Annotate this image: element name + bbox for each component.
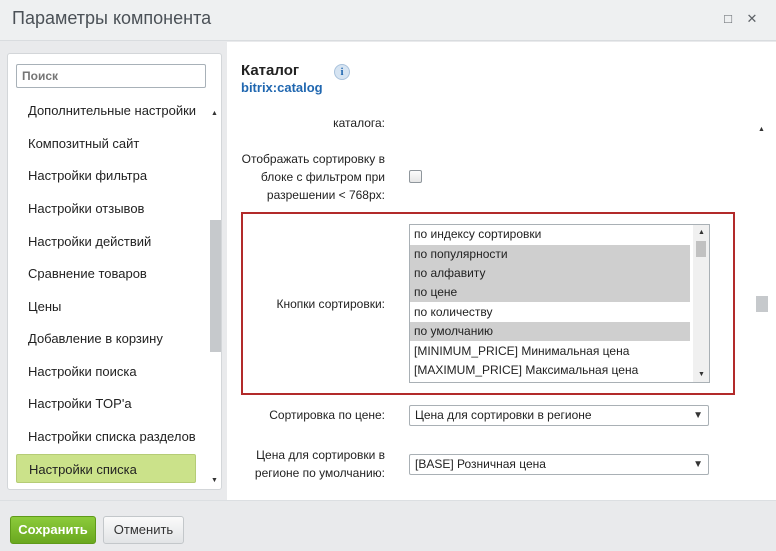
scroll-down-icon[interactable]: ▼ — [210, 476, 219, 485]
titlebar: Параметры компонента □ ✕ — [0, 0, 776, 41]
sort-option-quantity[interactable]: по количеству — [410, 303, 690, 322]
scroll-up-icon[interactable]: ▲ — [210, 109, 219, 118]
price-sort-select[interactable]: Цена для сортировки в регионе ▼ — [409, 405, 709, 426]
sidebar-item-section-list-settings[interactable]: Настройки списка разделов — [16, 422, 196, 451]
listbox-scroll-down-icon[interactable]: ▼ — [697, 370, 706, 379]
price-sort-value: Цена для сортировки в регионе — [415, 408, 592, 422]
dialog-title: Параметры компонента — [12, 8, 212, 28]
info-icon[interactable]: i — [334, 64, 350, 80]
sort-option-index[interactable]: по индексу сортировки — [410, 225, 690, 244]
settings-scroll-up-icon[interactable]: ▲ — [757, 125, 766, 134]
sidebar-item-action-settings[interactable]: Настройки действий — [16, 227, 196, 256]
region-price-value: [BASE] Розничная цена — [415, 457, 546, 471]
sidebar-scroll-thumb[interactable] — [210, 220, 221, 352]
sort-in-filter-label-line2: блоке с фильтром при — [260, 170, 385, 184]
component-params-dialog: Параметры компонента □ ✕ Дополнительные … — [0, 0, 776, 551]
sidebar-item-add-to-cart[interactable]: Добавление в корзину — [16, 324, 196, 353]
sidebar-item-compare-products[interactable]: Сравнение товаров — [16, 259, 196, 288]
settings-form: каталога: Отображать сортировку в блоке … — [227, 110, 767, 500]
chevron-down-icon: ▼ — [693, 459, 703, 470]
sections-panel: Дополнительные настройки Композитный сай… — [7, 53, 222, 490]
listbox-scroll-up-icon[interactable]: ▲ — [697, 228, 706, 237]
listbox-scrollbar[interactable]: ▲ ▼ — [693, 225, 709, 382]
chevron-down-icon: ▼ — [693, 410, 703, 421]
sections-list: Дополнительные настройки Композитный сай… — [8, 96, 206, 486]
sort-option-max-price[interactable]: [MAXIMUM_PRICE] Максимальная цена — [410, 361, 690, 380]
sidebar-scrollbar[interactable]: ▲ ▼ — [208, 102, 221, 485]
region-price-label-line2: регионе по умолчанию: — [254, 466, 385, 480]
sidebar-item-prices[interactable]: Цены — [16, 292, 196, 321]
sidebar-item-filter-settings[interactable]: Настройки фильтра — [16, 161, 196, 190]
close-icon[interactable]: ✕ — [745, 12, 759, 26]
sort-option-default[interactable]: по умолчанию — [410, 322, 690, 341]
sidebar-item-list-settings[interactable]: Настройки списка — [16, 454, 196, 483]
settings-scrollbar[interactable]: ▲ — [755, 122, 768, 500]
listbox-scroll-thumb[interactable] — [696, 241, 706, 257]
component-id: bitrix:catalog — [241, 80, 323, 95]
sidebar-item-composite-site[interactable]: Композитный сайт — [16, 129, 196, 158]
sidebar-item-additional-settings[interactable]: Дополнительные настройки — [16, 96, 196, 125]
dialog-footer: Сохранить Отменить — [0, 500, 776, 551]
save-button[interactable]: Сохранить — [10, 516, 96, 544]
settings-scroll-thumb[interactable] — [756, 296, 768, 312]
search-input[interactable] — [16, 64, 206, 88]
sort-option-alphabet[interactable]: по алфавиту — [410, 264, 690, 283]
region-price-label-line1: Цена для сортировки в — [256, 448, 385, 462]
sort-buttons-multiselect[interactable]: по индексу сортировки по популярности по… — [409, 224, 710, 383]
sort-buttons-label: Кнопки сортировки: — [276, 297, 385, 311]
sort-option-min-price[interactable]: [MINIMUM_PRICE] Минимальная цена — [410, 342, 690, 361]
settings-panel: Каталог bitrix:catalog i каталога: Отобр… — [227, 42, 776, 500]
maximize-icon[interactable]: □ — [721, 12, 735, 26]
catalog-label: каталога: — [333, 116, 385, 130]
sort-in-filter-checkbox[interactable] — [409, 170, 422, 183]
sort-in-filter-label-line3: разрешении < 768px: — [266, 188, 385, 202]
sidebar-item-search-settings[interactable]: Настройки поиска — [16, 357, 196, 386]
price-sort-label: Сортировка по цене: — [269, 408, 385, 422]
sort-option-popularity[interactable]: по популярности — [410, 245, 690, 264]
sort-in-filter-label-line1: Отображать сортировку в — [241, 152, 385, 166]
region-price-select[interactable]: [BASE] Розничная цена ▼ — [409, 454, 709, 475]
sidebar-item-review-settings[interactable]: Настройки отзывов — [16, 194, 196, 223]
component-title: Каталог — [241, 62, 300, 79]
sort-option-price[interactable]: по цене — [410, 283, 690, 302]
sidebar-item-top-settings[interactable]: Настройки TOP'а — [16, 389, 196, 418]
cancel-button[interactable]: Отменить — [103, 516, 184, 544]
